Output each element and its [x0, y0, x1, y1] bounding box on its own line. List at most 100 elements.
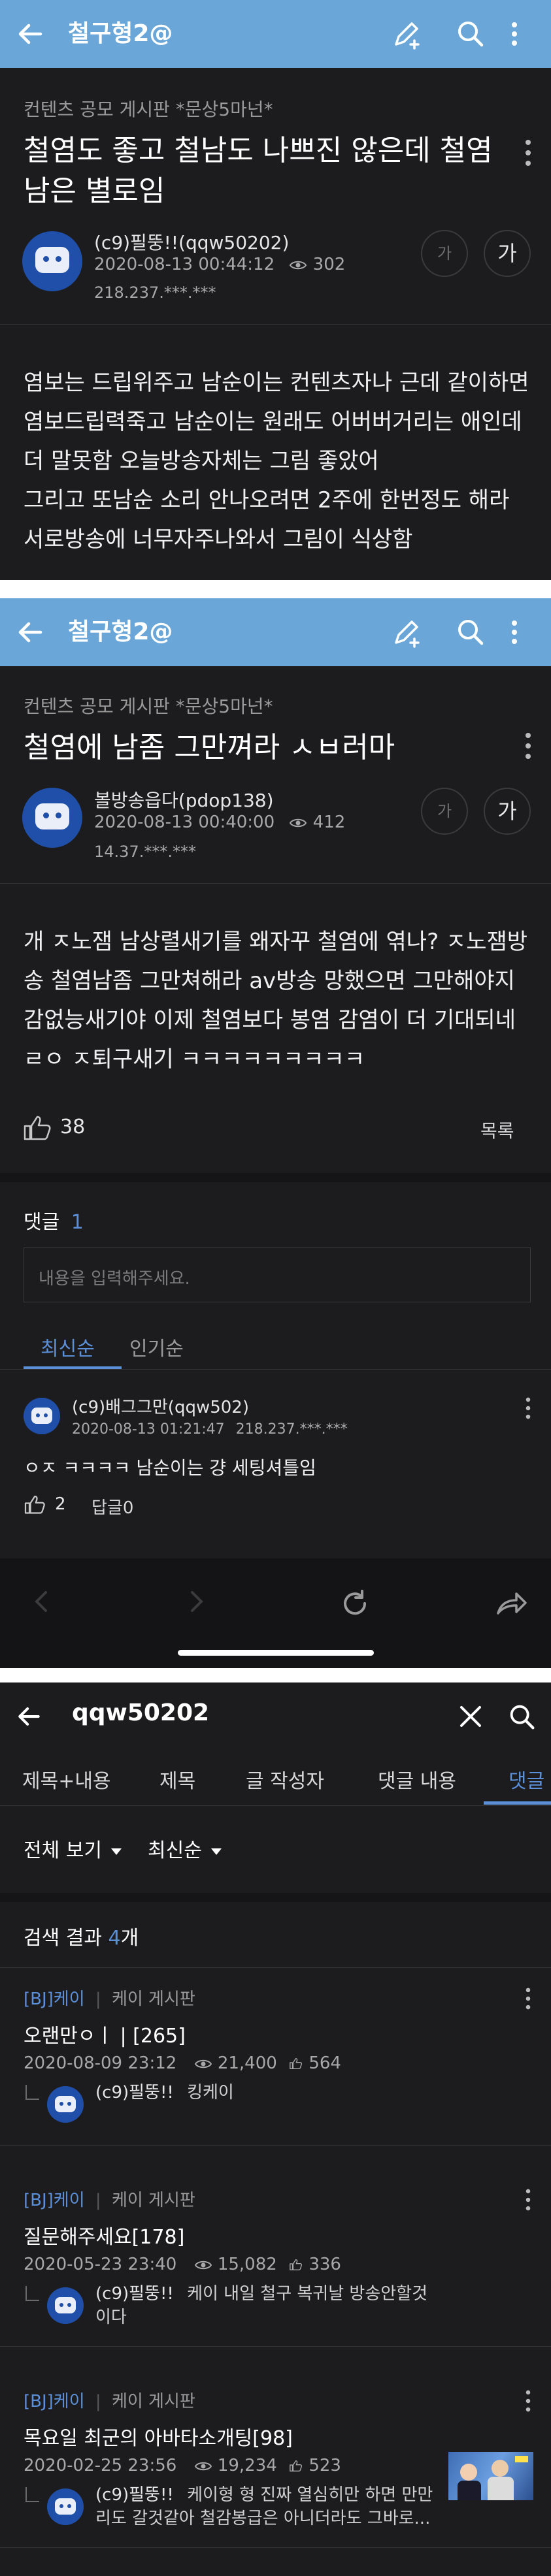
avatar[interactable]: [22, 788, 82, 848]
commenter-avatar[interactable]: [47, 2488, 84, 2525]
font-size-small-button[interactable]: 가: [421, 230, 468, 277]
result-count: 4: [108, 1927, 121, 1950]
comments-count: 1: [71, 1211, 84, 1234]
eye-icon: [194, 2462, 212, 2471]
browser-forward-icon[interactable]: [183, 1588, 209, 1615]
app-bar: 철구형2@: [0, 0, 551, 68]
result-date: 2020-08-09 23:12: [24, 2053, 177, 2073]
comment-like-count: 2: [55, 1494, 66, 1514]
write-pen-icon[interactable]: [390, 615, 424, 649]
tab-popular[interactable]: 인기순: [129, 1332, 184, 1361]
post-title: 철염에 남좀 그만껴라 ㅅㅂ러마: [24, 731, 395, 764]
post-meta: 2020-08-13 00:40:00 412: [94, 813, 345, 832]
divider: [0, 1967, 551, 1968]
result-tag[interactable]: [BJ]케이: [24, 2191, 85, 2210]
tab-author[interactable]: 글 작성자: [246, 1765, 324, 1794]
result-suffix: 개: [120, 1927, 139, 1950]
floating-video-thumbnail[interactable]: [447, 2451, 535, 2502]
result-title[interactable]: 오랜만ㅇㅣ | [265]: [24, 2020, 186, 2048]
font-size-large-button[interactable]: 가: [484, 230, 531, 277]
comment-author[interactable]: (c9)배그그만(qqw502): [72, 1394, 249, 1418]
eye-icon: [290, 261, 307, 270]
commenter-avatar[interactable]: [47, 2287, 84, 2324]
author-name[interactable]: (c9)필뚱!!(qqw50202): [94, 229, 289, 255]
thumbs-up-icon[interactable]: [22, 1113, 54, 1142]
post-more-icon[interactable]: [524, 138, 532, 167]
comment-avatar[interactable]: [24, 1398, 60, 1434]
reply-indent-icon: [25, 2286, 39, 2301]
result-comment[interactable]: (c9)필뚱!! 케이 내일 철구 복귀날 방송안할것이다: [95, 2282, 442, 2329]
comment-datetime: 2020-08-13 01:21:47: [72, 1421, 225, 1438]
result-tag[interactable]: [BJ]케이: [24, 1989, 85, 2009]
post-screen-2: 철구형2@ 컨텐츠 공모 게시판 *문상5마넌* 철염에 남좀 그만껴라 ㅅㅂ러…: [0, 598, 551, 1668]
list-button[interactable]: 목록: [480, 1117, 514, 1143]
search-icon[interactable]: [454, 17, 488, 51]
result-title[interactable]: 질문해주세요[178]: [24, 2221, 184, 2249]
filter-all-label: 전체 보기: [24, 1839, 102, 1862]
back-arrow-icon[interactable]: [14, 18, 46, 50]
reload-icon[interactable]: [339, 1587, 371, 1620]
comment-thumbs-up-icon[interactable]: [24, 1493, 47, 1515]
result-date: 2020-05-23 23:40: [24, 2255, 177, 2274]
tab-title[interactable]: 제목: [159, 1765, 195, 1794]
post-title: 철염도 좋고 철남도 나쁘진 않은데 철염남은 별로임: [24, 134, 493, 208]
result-title[interactable]: 목요일 최군의 아바타소개팅[98]: [24, 2422, 293, 2451]
back-arrow-icon[interactable]: [14, 1702, 43, 1731]
comment-ip: 218.237.***.***: [235, 1421, 348, 1438]
commenter-avatar[interactable]: [47, 2086, 84, 2123]
eye-icon: [290, 818, 307, 828]
share-icon[interactable]: [494, 1587, 528, 1618]
board-name[interactable]: 컨텐츠 공모 게시판 *문상5마넌*: [24, 692, 273, 718]
result-commenter: (c9)필뚱!!: [95, 2284, 174, 2304]
search-bar: qqw50202: [0, 1682, 551, 1750]
reply-button[interactable]: 답글0: [92, 1494, 133, 1519]
result-comment[interactable]: (c9)필뚱!! 킹케이: [95, 2081, 442, 2104]
result-more-icon[interactable]: [524, 1987, 532, 2010]
avatar[interactable]: [22, 231, 82, 291]
tab-latest[interactable]: 최신순: [41, 1332, 95, 1361]
browser-toolbar: [0, 1558, 551, 1668]
thumbs-up-icon: [290, 2460, 303, 2471]
result-tag[interactable]: [BJ]케이: [24, 2392, 85, 2411]
filter-sort-label: 최신순: [148, 1839, 202, 1862]
clear-icon[interactable]: [456, 1702, 485, 1731]
divider: [0, 1369, 551, 1370]
post-datetime: 2020-08-13 00:44:12: [94, 255, 275, 274]
search-icon[interactable]: [454, 615, 488, 649]
comment-placeholder: 내용을 입력해주세요.: [39, 1269, 190, 1289]
home-indicator: [178, 1650, 374, 1656]
result-meta: 2020-02-25 23:56 19,234 523: [24, 2456, 341, 2475]
tab-title-content[interactable]: 제목+내용: [22, 1765, 111, 1794]
reply-indent-icon: [25, 2487, 39, 2502]
result-more-icon[interactable]: [524, 2188, 532, 2212]
result-board[interactable]: 케이 게시판: [112, 1989, 195, 2009]
more-vertical-icon[interactable]: [505, 615, 524, 649]
search-query[interactable]: qqw50202: [72, 1699, 209, 1726]
write-pen-icon[interactable]: [390, 17, 424, 51]
browser-back-icon[interactable]: [29, 1588, 55, 1615]
post-more-icon[interactable]: [524, 732, 532, 760]
board-title: 철구형2@: [68, 20, 173, 47]
result-views: 21,400: [217, 2053, 277, 2073]
app-bar: 철구형2@: [0, 598, 551, 666]
result-likes: 523: [309, 2456, 341, 2475]
filter-sort-dropdown[interactable]: 최신순: [148, 1834, 222, 1863]
tab-comment-content[interactable]: 댓글 내용: [378, 1765, 456, 1794]
tab-comment[interactable]: 댓글: [509, 1765, 544, 1794]
font-size-large-button[interactable]: 가: [484, 788, 531, 835]
board-name[interactable]: 컨텐츠 공모 게시판 *문상5마넌*: [24, 95, 273, 121]
author-name[interactable]: 볼방송읍다(pdop138): [94, 786, 274, 813]
more-vertical-icon[interactable]: [505, 17, 524, 51]
divider: [0, 2547, 551, 2548]
search-icon[interactable]: [506, 1701, 539, 1733]
font-size-small-button[interactable]: 가: [421, 788, 468, 835]
result-more-icon[interactable]: [524, 2389, 532, 2413]
result-board[interactable]: 케이 게시판: [112, 2392, 195, 2411]
filter-all-dropdown[interactable]: 전체 보기: [24, 1834, 122, 1863]
post-screen-1: 철구형2@ 컨텐츠 공모 게시판 *문상5마넌* 철염도 좋고 철남도 나쁘진 …: [0, 0, 551, 580]
back-arrow-icon[interactable]: [14, 617, 46, 648]
result-comment[interactable]: (c9)필뚱!! 케이형 형 진짜 열심히만 하면 만만리도 갈것같아 철감봉급…: [95, 2483, 442, 2530]
comment-input[interactable]: 내용을 입력해주세요.: [24, 1248, 531, 1302]
result-board[interactable]: 케이 게시판: [112, 2191, 195, 2210]
comment-more-icon[interactable]: [524, 1396, 532, 1420]
